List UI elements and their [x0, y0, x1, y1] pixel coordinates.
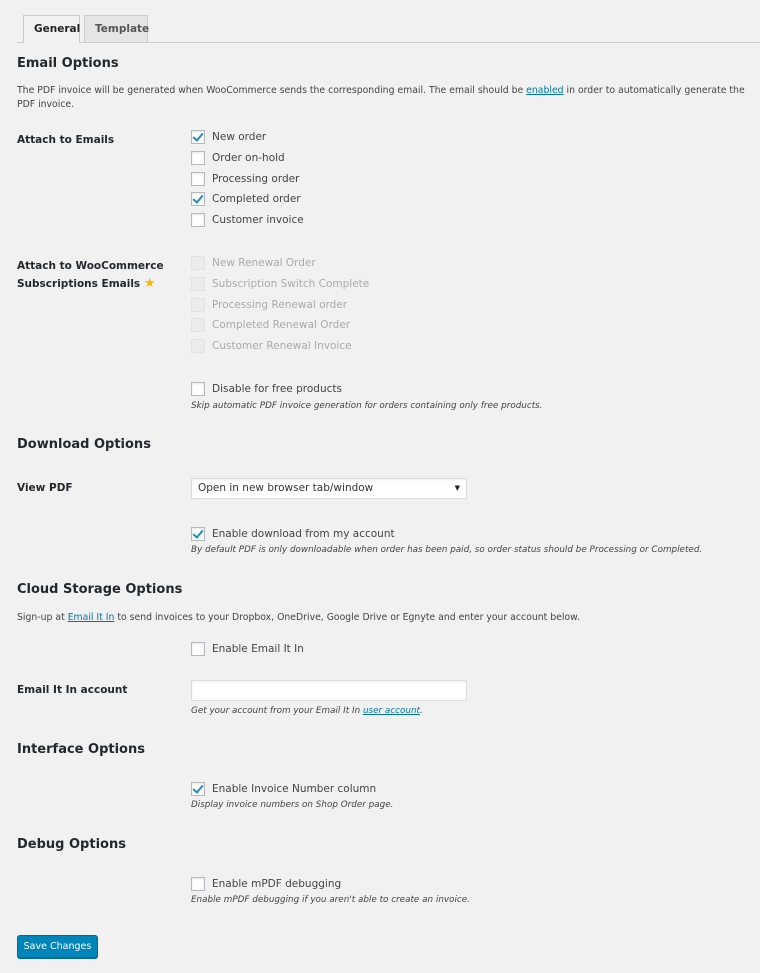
cloud-storage-intro: Sign-up at Email It In to send invoices … — [17, 611, 580, 625]
checkbox-mpdf-debugging[interactable]: Enable mPDF debugging — [191, 876, 341, 892]
subscriptions-label-line2: Subscriptions Emails ★ — [17, 275, 164, 293]
chevron-down-icon: ▼ — [454, 484, 460, 492]
intro-text: Sign-up at — [17, 612, 68, 623]
checkbox — [191, 298, 205, 312]
checkbox-label: Completed Renewal Order — [212, 319, 351, 331]
subscriptions-label-text: Subscriptions Emails — [17, 278, 141, 290]
checkbox-label: Enable Invoice Number column — [212, 783, 377, 795]
checkbox-download-my-account[interactable]: Enable download from my account — [191, 526, 395, 542]
checkbox-processing-order[interactable]: Processing order — [191, 171, 299, 187]
checkbox-enable-email-it-in[interactable]: Enable Email It In — [191, 641, 304, 657]
email-it-in-account-label: Email It In account — [17, 684, 128, 696]
account-desc-text: Get your account from your Email It In — [191, 706, 363, 716]
account-description: Get your account from your Email It In u… — [191, 706, 423, 716]
checkbox-order-on-hold[interactable]: Order on-hold — [191, 150, 285, 166]
intro-text-end: to send invoices to your Dropbox, OneDri… — [114, 612, 580, 623]
checkbox[interactable] — [191, 642, 205, 656]
checkbox-label: Order on-hold — [212, 152, 285, 164]
checkbox-customer-renewal-invoice: Customer Renewal Invoice — [191, 338, 352, 354]
checkbox-new-renewal-order: New Renewal Order — [191, 255, 316, 271]
checkbox-label: Disable for free products — [212, 383, 342, 395]
subscriptions-label: Attach to WooCommerce Subscriptions Email… — [17, 258, 164, 293]
checkbox[interactable] — [191, 172, 205, 186]
star-icon: ★ — [143, 276, 156, 291]
intro-text: The PDF invoice will be generated when W… — [17, 85, 527, 96]
cloud-storage-heading: Cloud Storage Options — [17, 582, 183, 597]
mpdf-description: Enable mPDF debugging if you aren't able… — [191, 895, 470, 905]
checkbox-label: Customer invoice — [212, 214, 304, 226]
tab-general[interactable]: General — [23, 15, 80, 43]
checkbox-label: Processing Renewal order — [212, 299, 348, 311]
debug-options-heading: Debug Options — [17, 837, 126, 852]
checkbox[interactable] — [191, 382, 205, 396]
checkbox-subscription-switch-complete: Subscription Switch Complete — [191, 276, 369, 292]
checkbox — [191, 318, 205, 332]
checkbox-label: New Renewal Order — [212, 257, 316, 269]
checkbox-label: Subscription Switch Complete — [212, 278, 370, 290]
interface-options-heading: Interface Options — [17, 742, 145, 757]
email-it-in-link[interactable]: Email It In — [68, 612, 115, 623]
checkbox-label: Enable download from my account — [212, 528, 395, 540]
tab-template[interactable]: Template — [84, 15, 149, 42]
checkbox-completed-order[interactable]: Completed order — [191, 191, 301, 207]
checkbox-disable-free-products[interactable]: Disable for free products — [191, 381, 342, 397]
checkbox-label: Enable Email It In — [212, 643, 304, 655]
enabled-link[interactable]: enabled — [526, 85, 563, 96]
subscriptions-label-line1: Attach to WooCommerce — [17, 260, 164, 272]
checkbox-label: New order — [212, 131, 267, 143]
user-account-link[interactable]: user account — [363, 706, 420, 716]
checkbox — [191, 277, 205, 291]
checkbox-invoice-number-column[interactable]: Enable Invoice Number column — [191, 781, 376, 797]
checkbox-customer-invoice[interactable]: Customer invoice — [191, 212, 304, 228]
email-options-heading: Email Options — [17, 56, 119, 71]
checkbox — [191, 339, 205, 353]
checkbox[interactable] — [191, 527, 205, 541]
checkbox-label: Customer Renewal Invoice — [212, 340, 352, 352]
checkbox — [191, 256, 205, 270]
save-changes-button[interactable]: Save Changes — [17, 935, 98, 958]
checkbox-new-order[interactable]: New order — [191, 129, 266, 145]
checkbox[interactable] — [191, 877, 205, 891]
checkbox-processing-renewal-order: Processing Renewal order — [191, 297, 347, 313]
my-account-description: By default PDF is only downloadable when… — [191, 545, 703, 555]
checkbox[interactable] — [191, 130, 205, 144]
checkbox-label: Processing order — [212, 173, 300, 185]
invoice-column-description: Display invoice numbers on Shop Order pa… — [191, 800, 394, 810]
checkbox-label: Enable mPDF debugging — [212, 878, 342, 890]
checkbox-completed-renewal-order: Completed Renewal Order — [191, 317, 350, 333]
checkbox[interactable] — [191, 213, 205, 227]
attach-to-emails-label: Attach to Emails — [17, 134, 115, 146]
account-desc-end: . — [419, 706, 423, 716]
email-options-intro: The PDF invoice will be generated when W… — [17, 84, 752, 112]
email-it-in-account-input[interactable] — [191, 680, 467, 701]
download-options-heading: Download Options — [17, 437, 151, 452]
view-pdf-label: View PDF — [17, 482, 73, 494]
checkbox-label: Completed order — [212, 193, 301, 205]
tab-bar: General Template — [0, 0, 760, 43]
view-pdf-selected-value: Open in new browser tab/window — [198, 482, 374, 494]
free-products-description: Skip automatic PDF invoice generation fo… — [191, 401, 543, 411]
checkbox[interactable] — [191, 192, 205, 206]
checkbox[interactable] — [191, 151, 205, 165]
view-pdf-select[interactable]: Open in new browser tab/window ▼ — [191, 478, 467, 499]
checkbox[interactable] — [191, 782, 205, 796]
